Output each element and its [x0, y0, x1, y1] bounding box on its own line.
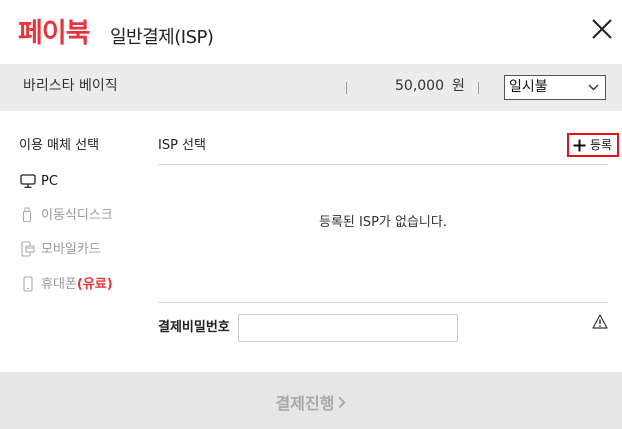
warning-button[interactable] — [592, 314, 608, 329]
installment-selected: 일시불 — [509, 79, 548, 95]
media-item-label: 이동식디스크 — [41, 208, 113, 223]
header: 페이북 일반결제(ISP) — [0, 0, 622, 64]
close-icon — [592, 19, 612, 39]
media-item-label: 휴대폰(유료) — [41, 278, 113, 291]
page-title: 일반결제(ISP) — [110, 27, 214, 48]
media-item-label: PC — [41, 174, 58, 189]
warning-icon — [592, 314, 608, 329]
amount-value: 50,000 — [395, 78, 444, 94]
chevron-right-icon — [339, 396, 346, 409]
proceed-payment-button[interactable]: 결제진행 — [0, 372, 622, 429]
chevron-down-icon — [588, 84, 599, 91]
phone-label: 휴대폰 — [41, 277, 77, 292]
proceed-payment-label: 결제진행 — [0, 396, 622, 412]
installment-select[interactable]: 일시불 — [504, 75, 606, 100]
proceed-label-text: 결제진행 — [275, 394, 335, 413]
monitor-icon — [20, 174, 36, 188]
plus-icon — [573, 139, 586, 152]
register-isp-button[interactable]: 등록 — [567, 133, 619, 157]
isp-section-title: ISP 선택 — [158, 138, 206, 153]
isp-empty-message: 등록된 ISP가 없습니다. — [318, 215, 447, 230]
amount-currency: 원 — [452, 78, 465, 94]
password-label: 결제비밀번호 — [158, 320, 230, 335]
register-label: 등록 — [590, 138, 613, 152]
payment-amount: 50,000 원 — [395, 79, 465, 93]
divider — [478, 82, 479, 94]
close-button[interactable] — [590, 17, 614, 41]
product-bar: 바리스타 베이직 50,000 원 일시불 — [0, 64, 622, 111]
media-section-title: 이용 매체 선택 — [19, 138, 100, 153]
divider — [346, 82, 347, 94]
media-item-label: 모바일카드 — [41, 242, 101, 257]
product-name: 바리스타 베이직 — [23, 78, 118, 94]
paid-badge: (유료) — [76, 277, 113, 292]
mobile-card-icon — [21, 241, 35, 257]
phone-icon — [23, 276, 33, 292]
payment-password-input[interactable] — [238, 314, 458, 342]
brand-logo: 페이북 — [18, 18, 91, 49]
divider — [158, 164, 608, 165]
usb-icon — [22, 207, 32, 223]
divider — [158, 302, 608, 303]
